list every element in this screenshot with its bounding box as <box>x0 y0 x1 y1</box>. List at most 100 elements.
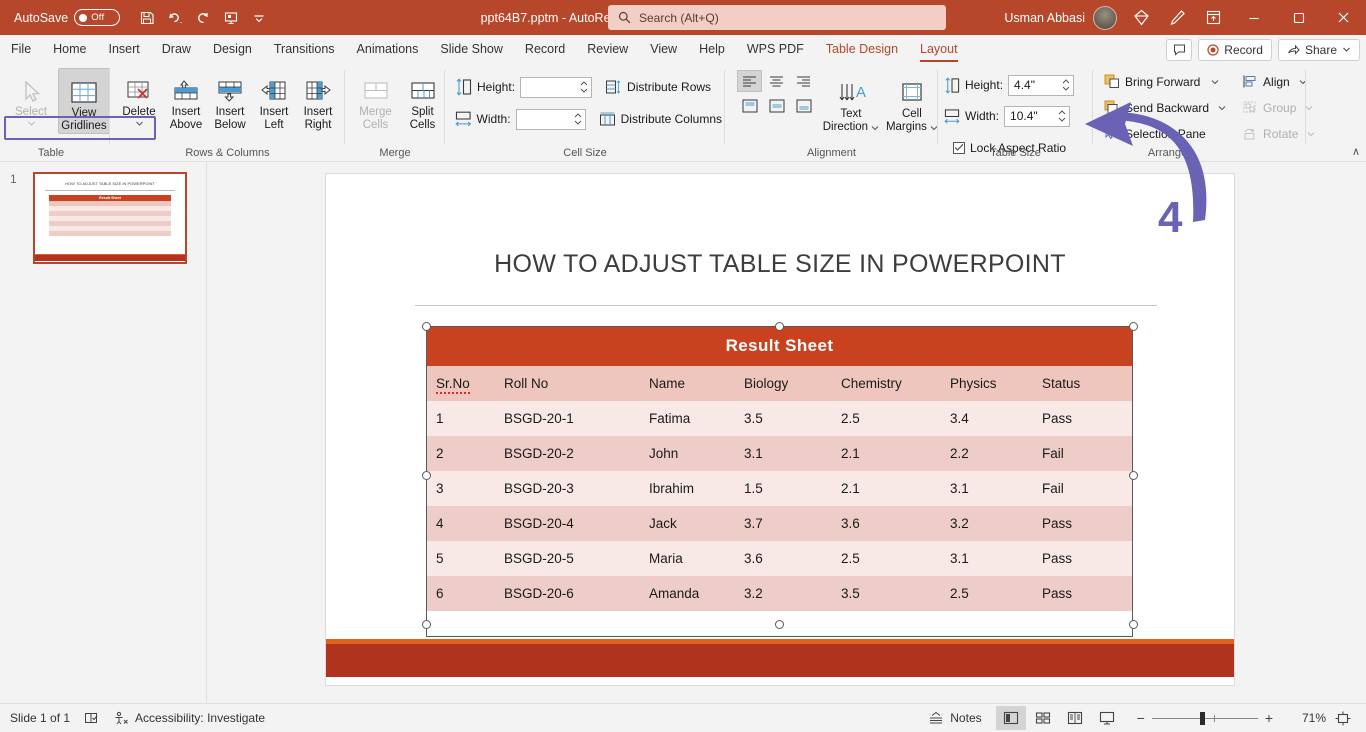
align-center-button[interactable] <box>764 70 789 92</box>
table-cell[interactable]: 2.1 <box>831 471 940 506</box>
table-header-cell[interactable]: Status <box>1032 366 1133 401</box>
slide-sorter-button[interactable] <box>1028 706 1058 730</box>
save-icon[interactable] <box>134 5 160 31</box>
accessibility-status[interactable]: Accessibility: Investigate <box>113 711 265 726</box>
table-row[interactable]: 6 BSGD-20-6 Amanda 3.2 3.5 2.5 Pass <box>426 576 1133 611</box>
zoom-thumb[interactable] <box>1199 711 1205 725</box>
align-button[interactable]: Align <box>1239 70 1318 93</box>
split-cells-button[interactable]: Split Cells <box>400 68 445 132</box>
table-cell[interactable]: 3.4 <box>940 401 1032 436</box>
zoom-level[interactable]: 71% <box>1294 711 1326 725</box>
table-cell[interactable]: Amanda <box>639 576 734 611</box>
delete-button[interactable]: Delete <box>114 68 164 132</box>
spell-check-icon[interactable] <box>84 711 99 725</box>
tab-view[interactable]: View <box>639 35 688 64</box>
table-cell[interactable]: BSGD-20-6 <box>494 576 639 611</box>
resize-handle-middle-right[interactable] <box>1129 471 1138 480</box>
text-direction-button[interactable]: A Text Direction <box>822 70 880 134</box>
group-button[interactable]: Group <box>1239 96 1318 119</box>
normal-view-button[interactable] <box>995 706 1026 730</box>
account-control[interactable]: Usman Abbasi <box>1004 5 1117 30</box>
zoom-slider[interactable]: − + <box>1130 710 1280 726</box>
table-cell[interactable]: BSGD-20-5 <box>494 541 639 576</box>
tab-file[interactable]: File <box>0 35 42 64</box>
collapse-ribbon-button[interactable]: ∧ <box>1352 145 1360 158</box>
table-cell[interactable]: 2.5 <box>831 401 940 436</box>
insert-right-button[interactable]: Insert Right <box>296 68 340 132</box>
tab-design[interactable]: Design <box>202 35 263 64</box>
cell-width-stepper[interactable] <box>574 110 582 129</box>
slide-indicator[interactable]: Slide 1 of 1 <box>10 711 70 725</box>
table-cell[interactable]: 3.2 <box>940 506 1032 541</box>
resize-handle-top-right[interactable] <box>1129 322 1138 331</box>
resize-handle-top-center[interactable] <box>775 322 784 331</box>
table-width-input[interactable]: 10.4" <box>1004 105 1071 127</box>
table-cell[interactable]: Maria <box>639 541 734 576</box>
table-cell[interactable]: Jack <box>639 506 734 541</box>
view-gridlines-button[interactable]: View Gridlines <box>58 68 110 134</box>
comments-icon[interactable] <box>1166 38 1193 61</box>
send-backward-button[interactable]: Send Backward <box>1101 96 1229 119</box>
resize-handle-top-left[interactable] <box>422 322 431 331</box>
redo-icon[interactable] <box>190 5 216 31</box>
tab-review[interactable]: Review <box>576 35 639 64</box>
table-cell[interactable]: Pass <box>1032 541 1133 576</box>
tab-slide-show[interactable]: Slide Show <box>429 35 514 64</box>
slide-title[interactable]: HOW TO ADJUST TABLE SIZE IN POWERPOINT <box>326 250 1234 279</box>
customize-qat-icon[interactable] <box>246 5 272 31</box>
table-cell[interactable]: Pass <box>1032 401 1133 436</box>
align-right-button[interactable] <box>791 70 816 92</box>
slide-show-button[interactable] <box>1092 706 1122 730</box>
table-cell[interactable]: BSGD-20-2 <box>494 436 639 471</box>
table-cell[interactable]: 2 <box>426 436 494 471</box>
slide-thumbnail-1[interactable]: HOW TO ADJUST TABLE SIZE IN POWERPOINT R… <box>33 172 187 264</box>
table-cell[interactable]: Pass <box>1032 576 1133 611</box>
table-cell[interactable]: 1 <box>426 401 494 436</box>
select-button[interactable]: Select <box>8 68 54 134</box>
table-title-cell[interactable]: Result Sheet <box>426 327 1133 366</box>
cell-height-input[interactable] <box>520 76 593 98</box>
distribute-rows-button[interactable]: Distribute Rows <box>602 76 714 99</box>
tab-table-design[interactable]: Table Design <box>815 35 909 64</box>
resize-handle-bottom-right[interactable] <box>1129 620 1138 629</box>
cell-margins-button[interactable]: Cell Margins <box>886 70 938 134</box>
table-cell[interactable]: 3.5 <box>831 576 940 611</box>
align-top-button[interactable] <box>737 95 762 117</box>
restore-button[interactable] <box>1276 0 1321 35</box>
table-cell[interactable]: 3.1 <box>734 436 831 471</box>
minimize-button[interactable] <box>1231 0 1276 35</box>
table-row[interactable]: 2 BSGD-20-2 John 3.1 2.1 2.2 Fail <box>426 436 1133 471</box>
start-presentation-icon[interactable] <box>218 5 244 31</box>
search-input[interactable]: Search (Alt+Q) <box>608 5 946 30</box>
table-cell[interactable]: BSGD-20-1 <box>494 401 639 436</box>
table-row[interactable]: 3 BSGD-20-3 Ibrahim 1.5 2.1 3.1 Fail <box>426 471 1133 506</box>
merge-cells-button[interactable]: Merge Cells <box>353 68 398 132</box>
tab-layout[interactable]: Layout <box>909 35 969 64</box>
table-cell[interactable]: Pass <box>1032 506 1133 541</box>
table-title-row[interactable]: Result Sheet <box>426 327 1133 366</box>
table-cell[interactable]: Fatima <box>639 401 734 436</box>
table-width-stepper[interactable] <box>1058 107 1066 126</box>
tab-animations[interactable]: Animations <box>346 35 430 64</box>
ribbon-display-options-icon[interactable] <box>1195 0 1231 35</box>
table-cell[interactable]: 1.5 <box>734 471 831 506</box>
tab-insert[interactable]: Insert <box>98 35 151 64</box>
align-left-button[interactable] <box>737 70 762 92</box>
cell-width-input[interactable] <box>515 108 586 130</box>
table-height-input[interactable]: 4.4" <box>1008 74 1075 96</box>
table-cell[interactable]: 2.5 <box>831 541 940 576</box>
tab-transitions[interactable]: Transitions <box>263 35 346 64</box>
undo-icon[interactable] <box>162 5 188 31</box>
table-cell[interactable]: 3.2 <box>734 576 831 611</box>
table-cell[interactable]: Fail <box>1032 436 1133 471</box>
table-header-cell[interactable]: Chemistry <box>831 366 940 401</box>
bring-forward-button[interactable]: Bring Forward <box>1101 70 1229 93</box>
table-cell[interactable]: 2.5 <box>940 576 1032 611</box>
tab-help[interactable]: Help <box>688 35 736 64</box>
fit-slide-to-window-button[interactable] <box>1328 706 1358 730</box>
tab-home[interactable]: Home <box>42 35 97 64</box>
table-header-cell[interactable]: Biology <box>734 366 831 401</box>
rotate-button[interactable]: Rotate <box>1239 122 1318 145</box>
table-header-cell[interactable]: Sr.No <box>426 366 494 401</box>
selection-pane-button[interactable]: Selection Pane <box>1101 122 1229 145</box>
